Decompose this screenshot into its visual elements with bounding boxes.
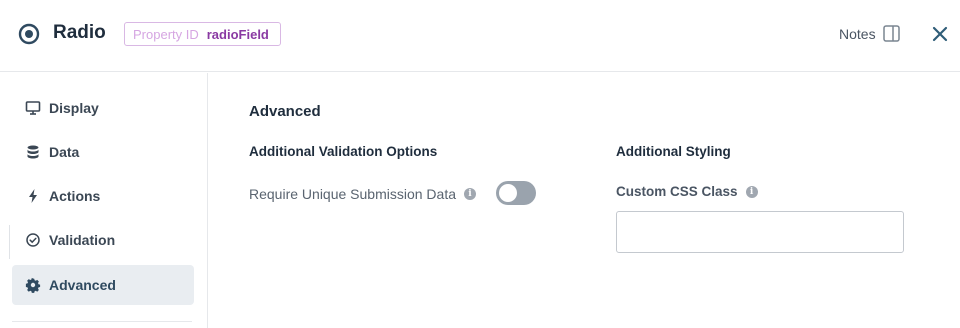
section-title: Advanced [249,103,321,120]
check-circle-icon [25,232,41,248]
sidebar-item-data[interactable]: Data [12,132,194,172]
notes-toggle-button[interactable]: Notes [839,25,900,42]
toggle-knob [499,184,517,202]
advanced-settings-panel: Advanced Additional Validation Options R… [209,73,960,328]
property-id-label: Property ID [133,26,199,42]
custom-css-class-label: Custom CSS Class [616,184,738,199]
info-icon[interactable]: i [745,185,758,198]
sidebar-item-label: Validation [49,232,116,248]
gear-icon [25,277,41,293]
custom-css-class-input[interactable] [616,211,904,253]
sidebar-item-label: Advanced [49,277,116,293]
sidebar-item-label: Actions [49,188,101,204]
require-unique-row: Require Unique Submission Data i [249,186,476,202]
require-unique-label: Require Unique Submission Data [249,186,456,202]
database-icon [25,144,41,160]
panel-header: Radio Property ID radioField Notes [0,0,960,72]
radio-field-icon [18,23,40,45]
lightning-icon [25,188,41,204]
property-id-value: radioField [206,26,269,42]
panel-title: Radio [53,22,106,43]
sidebar-item-validation[interactable]: Validation [12,220,194,260]
custom-css-class-row: Custom CSS Class i [616,184,758,199]
styling-heading: Additional Styling [616,144,731,159]
sidebar-item-display[interactable]: Display [12,88,194,128]
sidebar-item-label: Display [49,100,99,116]
sidebar-item-actions[interactable]: Actions [12,176,194,216]
require-unique-toggle[interactable] [496,181,536,205]
sidebar-divider-line [9,225,10,259]
side-panel-icon [882,25,900,42]
notes-label: Notes [839,25,876,42]
settings-sidebar: Display Data Actions Validation Advanced [0,73,208,328]
sidebar-bottom-divider [12,321,192,322]
validation-options-heading: Additional Validation Options [249,144,438,159]
monitor-icon [25,100,41,116]
property-id-badge: Property ID radioField [124,22,281,46]
sidebar-item-advanced[interactable]: Advanced [12,265,194,305]
close-icon[interactable] [930,24,950,44]
sidebar-item-label: Data [49,144,80,160]
info-icon[interactable]: i [464,188,476,200]
